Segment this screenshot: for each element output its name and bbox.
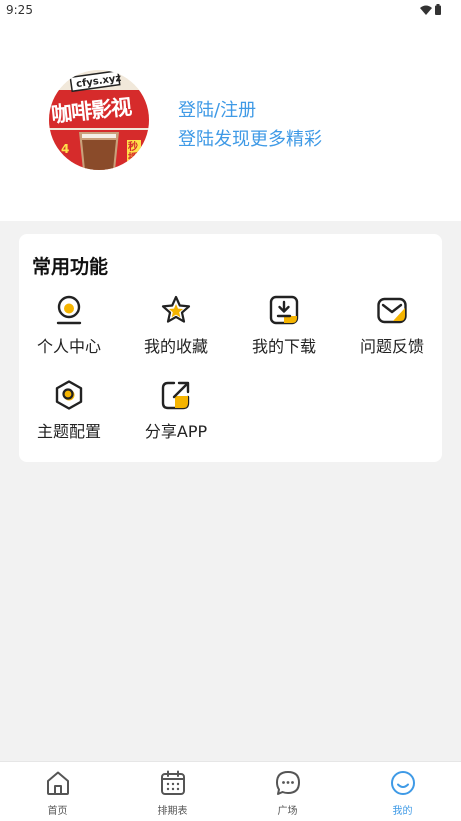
smile-icon	[390, 771, 415, 795]
profile-header: cfys.xyz 咖啡影视 4 秒播 登陆/注册 登陆发现更多精彩	[0, 24, 461, 221]
theme-settings-label: 主题配置	[36, 422, 101, 441]
download-icon	[269, 295, 299, 325]
personal-center-button[interactable]: 个人中心	[19, 294, 119, 364]
feedback-button[interactable]: 问题反馈	[342, 294, 442, 364]
hexagon-settings-icon	[55, 380, 83, 410]
status-icons	[420, 4, 441, 15]
my-downloads-label: 我的下载	[251, 337, 316, 356]
login-register-link[interactable]: 登陆/注册	[178, 96, 256, 122]
bottom-tab-bar: 首页 排期表 广场 我的	[0, 761, 461, 821]
my-downloads-button[interactable]: 我的下载	[234, 294, 334, 364]
tab-plaza-label: 广场	[277, 806, 298, 817]
battery-icon	[435, 4, 441, 15]
tab-schedule[interactable]: 排期表	[115, 762, 230, 821]
mail-icon	[377, 297, 407, 324]
calendar-icon	[160, 770, 185, 795]
tab-home[interactable]: 首页	[0, 762, 115, 821]
tab-home-label: 首页	[47, 806, 68, 817]
login-subtitle[interactable]: 登陆发现更多精彩	[178, 125, 322, 151]
avatar[interactable]: cfys.xyz 咖啡影视 4 秒播	[49, 70, 149, 170]
status-time: 9:25	[6, 3, 33, 17]
feedback-label: 问题反馈	[359, 337, 424, 356]
share-app-label: 分享APP	[144, 422, 208, 441]
my-favorites-button[interactable]: 我的收藏	[126, 294, 226, 364]
chat-bubble-icon	[275, 771, 300, 795]
personal-center-label: 个人中心	[36, 337, 101, 356]
section-title: 常用功能	[32, 256, 109, 278]
theme-settings-button[interactable]: 主题配置	[19, 379, 119, 449]
home-icon	[46, 771, 69, 795]
common-functions-card: 常用功能 个人中心 我的收藏 我的下载 问题反馈 主题配置 分享APP	[19, 234, 442, 462]
tab-mine[interactable]: 我的	[345, 762, 460, 821]
share-app-button[interactable]: 分享APP	[126, 379, 226, 449]
star-icon	[161, 295, 191, 323]
tab-plaza[interactable]: 广场	[230, 762, 345, 821]
wifi-icon	[420, 5, 432, 15]
avatar-tag-left: 4	[61, 142, 70, 156]
my-favorites-label: 我的收藏	[143, 337, 208, 356]
user-circle-icon	[56, 295, 82, 325]
share-icon	[161, 381, 190, 410]
tab-mine-label: 我的	[392, 806, 413, 817]
avatar-tag-right: 秒播	[128, 142, 138, 164]
tab-schedule-label: 排期表	[157, 806, 188, 817]
status-bar: 9:25	[0, 0, 461, 24]
